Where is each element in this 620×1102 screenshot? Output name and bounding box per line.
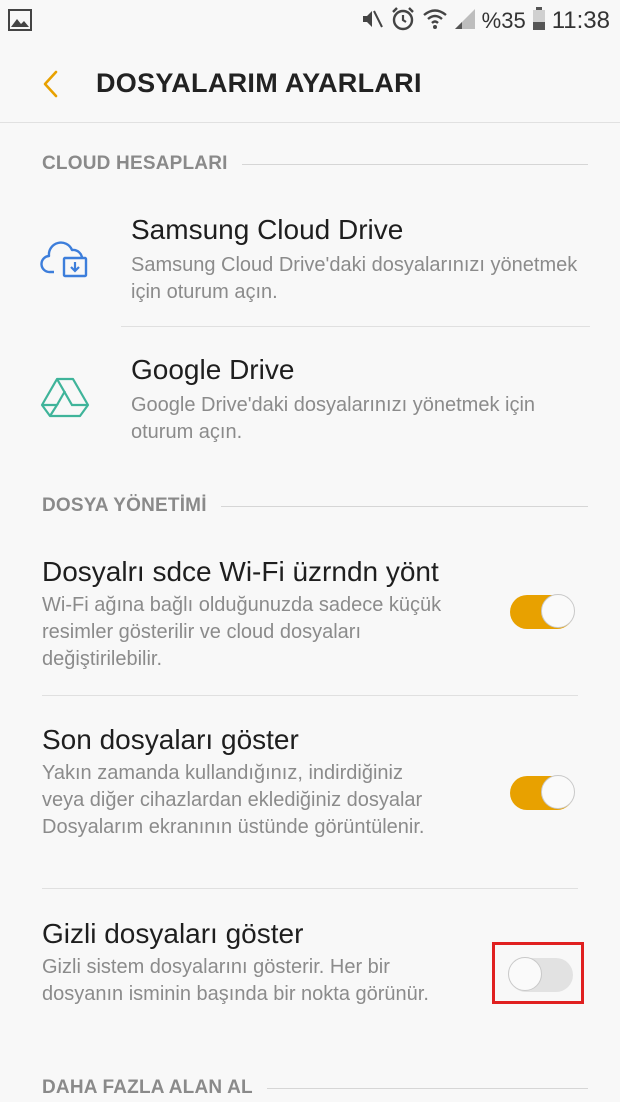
status-bar: %35 11:38: [0, 0, 620, 44]
recent-files-toggle[interactable]: [510, 775, 575, 810]
section-header-file-management: DOSYA YÖNETİMİ: [42, 494, 588, 518]
section-divider: [241, 163, 588, 165]
alarm-icon: [390, 6, 422, 37]
setting-title: Son dosyaları göster: [42, 724, 299, 755]
item-divider: [121, 326, 590, 327]
app-bar: DOSYALARIM AYARLARI: [0, 44, 620, 123]
setting-title: Gizli dosyaları göster: [42, 918, 304, 949]
highlight-box: [492, 942, 584, 1004]
setting-title: Dosyalrı sdce Wi-Fi üzrndn yönt: [42, 556, 439, 587]
wifi-only-setting[interactable]: Dosyalrı sdce Wi-Fi üzrndn yönt Wi-Fi ağ…: [0, 540, 620, 695]
toggle-knob: [541, 775, 575, 809]
back-button[interactable]: [36, 66, 66, 102]
recent-files-setting[interactable]: Son dosyaları göster Yakın zamanda kulla…: [0, 708, 620, 888]
chevron-left-icon: [43, 70, 58, 98]
wifi-only-toggle[interactable]: [510, 594, 575, 629]
setting-subtitle: Gizli sistem dosyalarını gösterir. Her b…: [42, 956, 429, 1005]
section-label: CLOUD HESAPLARI: [42, 153, 228, 174]
clock: 11:38: [551, 7, 610, 34]
section-label: DOSYA YÖNETİMİ: [42, 495, 207, 516]
mute-icon: [360, 7, 390, 36]
item-subtitle: Samsung Cloud Drive'daki dosyalarınızı y…: [131, 254, 578, 303]
google-drive-item[interactable]: Google Drive Google Drive'daki dosyaları…: [0, 340, 620, 465]
item-divider: [42, 888, 578, 889]
item-subtitle: Google Drive'daki dosyalarınızı yönetmek…: [131, 394, 536, 443]
section-header-get-more-space: DAHA FAZLA ALAN AL: [42, 1076, 588, 1100]
item-title: Samsung Cloud Drive: [131, 214, 404, 245]
section-label: DAHA FAZLA ALAN AL: [42, 1077, 253, 1098]
section-divider: [220, 505, 588, 507]
toggle-knob: [541, 594, 575, 628]
section-divider: [266, 1087, 588, 1089]
google-drive-icon: [40, 376, 90, 423]
setting-subtitle: Wi-Fi ağına bağlı olduğunuzda sadece küç…: [42, 594, 442, 670]
item-title: Google Drive: [131, 354, 295, 385]
page-title: DOSYALARIM AYARLARI: [96, 68, 422, 98]
section-header-cloud: CLOUD HESAPLARI: [42, 152, 588, 176]
battery-icon: [532, 6, 552, 36]
samsung-cloud-drive-item[interactable]: Samsung Cloud Drive Samsung Cloud Drive'…: [0, 200, 620, 325]
samsung-cloud-icon: [40, 238, 90, 283]
battery-percent: %35: [481, 8, 526, 33]
item-divider: [42, 695, 578, 696]
image-icon: [8, 9, 32, 36]
setting-subtitle: Yakın zamanda kullandığınız, indirdiğini…: [42, 762, 425, 838]
wifi-icon: [422, 7, 454, 36]
signal-icon: [454, 8, 482, 35]
